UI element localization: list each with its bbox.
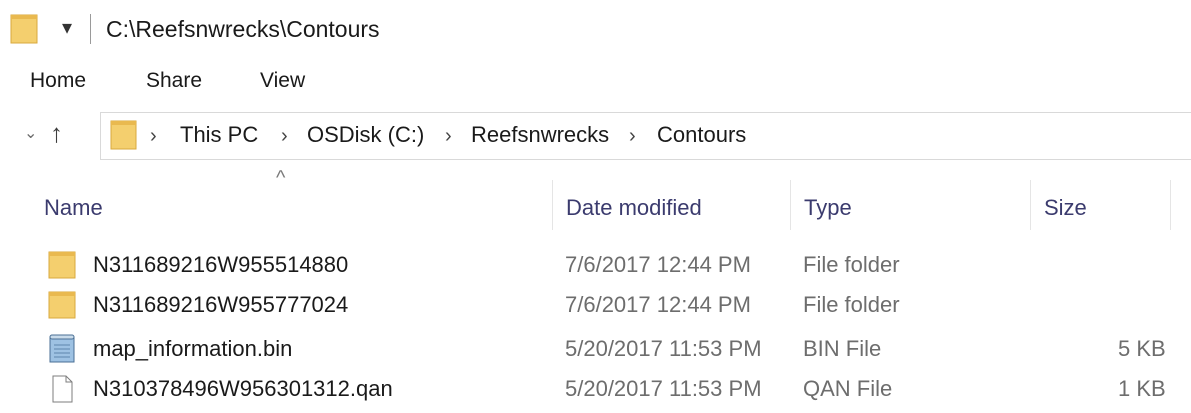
breadcrumb-separator[interactable]: ›: [629, 124, 636, 148]
file-name: N310378496W956301312.qan: [93, 376, 393, 401]
breadcrumb-separator[interactable]: ›: [150, 124, 157, 148]
folder-icon: [46, 249, 78, 281]
file-type: File folder: [803, 252, 900, 277]
folder-icon: [10, 13, 40, 45]
breadcrumb-separator[interactable]: ›: [445, 124, 452, 148]
column-header-size[interactable]: Size: [1044, 193, 1087, 223]
window-title: C:\Reefsnwrecks\Contours: [106, 16, 380, 42]
column-divider[interactable]: [1170, 180, 1171, 230]
file-row[interactable]: map_information.bin 5/20/2017 11:53 PM B…: [40, 329, 1191, 369]
column-header-type[interactable]: Type: [804, 193, 852, 223]
column-divider[interactable]: [790, 180, 791, 230]
file-icon: [46, 373, 78, 405]
file-date-modified: 7/6/2017 12:44 PM: [565, 292, 751, 317]
file-type: QAN File: [803, 376, 893, 401]
file-date-modified: 5/20/2017 11:53 PM: [565, 376, 762, 401]
folder-icon: [110, 119, 138, 151]
breadcrumb-reefsnwrecks[interactable]: Reefsnwrecks: [471, 120, 609, 150]
binary-file-icon: [46, 333, 78, 365]
tab-home[interactable]: Home: [30, 67, 86, 95]
file-row[interactable]: N311689216W955777024 7/6/2017 12:44 PM F…: [40, 285, 1191, 325]
recent-locations-chevron-icon[interactable]: ⌄: [24, 124, 37, 144]
up-arrow-icon[interactable]: ↑: [50, 118, 63, 148]
column-header-date-modified[interactable]: Date modified: [566, 193, 702, 223]
breadcrumb-this-pc[interactable]: This PC: [180, 120, 258, 150]
sort-ascending-icon: ^: [276, 167, 286, 189]
file-name: N311689216W955514880: [93, 252, 349, 277]
quick-access-dropdown[interactable]: ▾: [62, 18, 72, 38]
file-name: map_information.bin: [93, 336, 293, 361]
title-separator: [90, 14, 91, 44]
file-type: File folder: [803, 292, 900, 317]
tab-share[interactable]: Share: [146, 67, 202, 95]
file-date-modified: 5/20/2017 11:53 PM: [565, 336, 762, 361]
file-size: 1 KB: [1118, 376, 1166, 401]
breadcrumb-separator[interactable]: ›: [281, 124, 288, 148]
column-divider[interactable]: [1030, 180, 1031, 230]
file-row[interactable]: N310378496W956301312.qan 5/20/2017 11:53…: [40, 369, 1191, 409]
column-header-name[interactable]: Name: [44, 193, 103, 223]
breadcrumb-osdisk[interactable]: OSDisk (C:): [307, 120, 424, 150]
tab-view[interactable]: View: [260, 67, 305, 95]
breadcrumb-contours[interactable]: Contours: [657, 120, 746, 150]
file-row[interactable]: N311689216W955514880 7/6/2017 12:44 PM F…: [40, 245, 1191, 285]
address-bar[interactable]: [100, 112, 1191, 160]
file-size: 5 KB: [1118, 336, 1166, 361]
file-name: N311689216W955777024: [93, 292, 349, 317]
column-divider[interactable]: [552, 180, 553, 230]
file-type: BIN File: [803, 336, 882, 361]
folder-icon: [46, 289, 78, 321]
file-date-modified: 7/6/2017 12:44 PM: [565, 252, 751, 277]
